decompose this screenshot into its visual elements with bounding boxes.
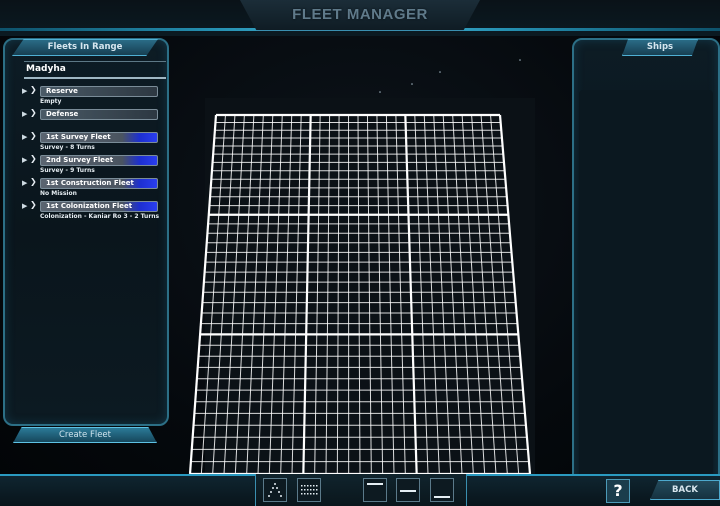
star (379, 91, 381, 93)
triangle-formation-icon-graphic (268, 483, 282, 497)
fleet-name: Reserve (46, 87, 78, 95)
fleet-mission: Survey - 8 Turns (40, 144, 95, 151)
star (519, 59, 521, 61)
chevron-rank-icon: ❯ (30, 154, 37, 163)
chevron-rank-icon: ❯ (30, 85, 37, 94)
fleet-item-reserve[interactable]: ▶ ❯ Reserve (22, 85, 158, 97)
fleet-mission: Empty (40, 98, 62, 105)
grid-formation-icon[interactable] (297, 478, 321, 502)
line-bottom-icon[interactable] (430, 478, 454, 502)
ships-panel (572, 38, 720, 486)
line-bottom-icon-graphic (434, 496, 450, 498)
expand-arrow-icon[interactable]: ▶ (22, 201, 27, 211)
line-middle-icon[interactable] (396, 478, 420, 502)
chevron-rank-icon: ❯ (30, 200, 37, 209)
star (411, 83, 413, 85)
expand-arrow-icon[interactable]: ▶ (22, 178, 27, 188)
divider (24, 61, 166, 62)
ships-list[interactable] (579, 90, 713, 479)
line-top-icon-graphic (367, 483, 383, 485)
chevron-rank-icon: ❯ (30, 177, 37, 186)
expand-arrow-icon[interactable]: ▶ (22, 109, 27, 119)
create-fleet-button[interactable]: Create Fleet (13, 427, 157, 443)
fleet-name: 2nd Survey Fleet (46, 156, 114, 164)
fleet-name: 1st Survey Fleet (46, 133, 111, 141)
divider (24, 77, 166, 79)
fleet-item-defense[interactable]: ▶ ❯ Defense (22, 108, 158, 120)
expand-arrow-icon[interactable]: ▶ (22, 155, 27, 165)
back-button[interactable]: BACK (650, 480, 720, 500)
system-name: Madyha (26, 64, 66, 74)
fleet-item-1st-colonization[interactable]: ▶ ❯ 1st Colonization Fleet (22, 200, 158, 212)
fleet-name: 1st Construction Fleet (46, 179, 134, 187)
triangle-formation-icon[interactable] (263, 478, 287, 502)
fleet-name: Defense (46, 110, 79, 118)
fleet-item-1st-construction[interactable]: ▶ ❯ 1st Construction Fleet (22, 177, 158, 189)
fleet-mission: No Mission (40, 190, 77, 197)
grid-formation-icon-graphic (301, 485, 318, 495)
fleet-mission: Colonization - Kaniar Ro 3 - 2 Turns (40, 213, 160, 220)
fleets-in-range-header: Fleets In Range (12, 39, 158, 56)
fleet-name: 1st Colonization Fleet (46, 202, 133, 210)
star (439, 71, 441, 73)
ships-header: Ships (622, 39, 698, 56)
fleet-item-1st-survey[interactable]: ▶ ❯ 1st Survey Fleet (22, 131, 158, 143)
fleet-manager-screen: FLEET MANAGER Fleets In Range Madyha ▶ ❯… (0, 0, 720, 506)
window-title: FLEET MANAGER (292, 6, 428, 23)
fleet-mission: Survey - 9 Turns (40, 167, 95, 174)
fleet-item-2nd-survey[interactable]: ▶ ❯ 2nd Survey Fleet (22, 154, 158, 166)
line-middle-icon-graphic (400, 490, 416, 492)
chevron-rank-icon: ❯ (30, 108, 37, 117)
expand-arrow-icon[interactable]: ▶ (22, 86, 27, 96)
line-top-icon[interactable] (363, 478, 387, 502)
chevron-rank-icon: ❯ (30, 131, 37, 140)
help-button[interactable]: ? (606, 479, 630, 503)
expand-arrow-icon[interactable]: ▶ (22, 132, 27, 142)
grid-backdrop (205, 98, 535, 478)
